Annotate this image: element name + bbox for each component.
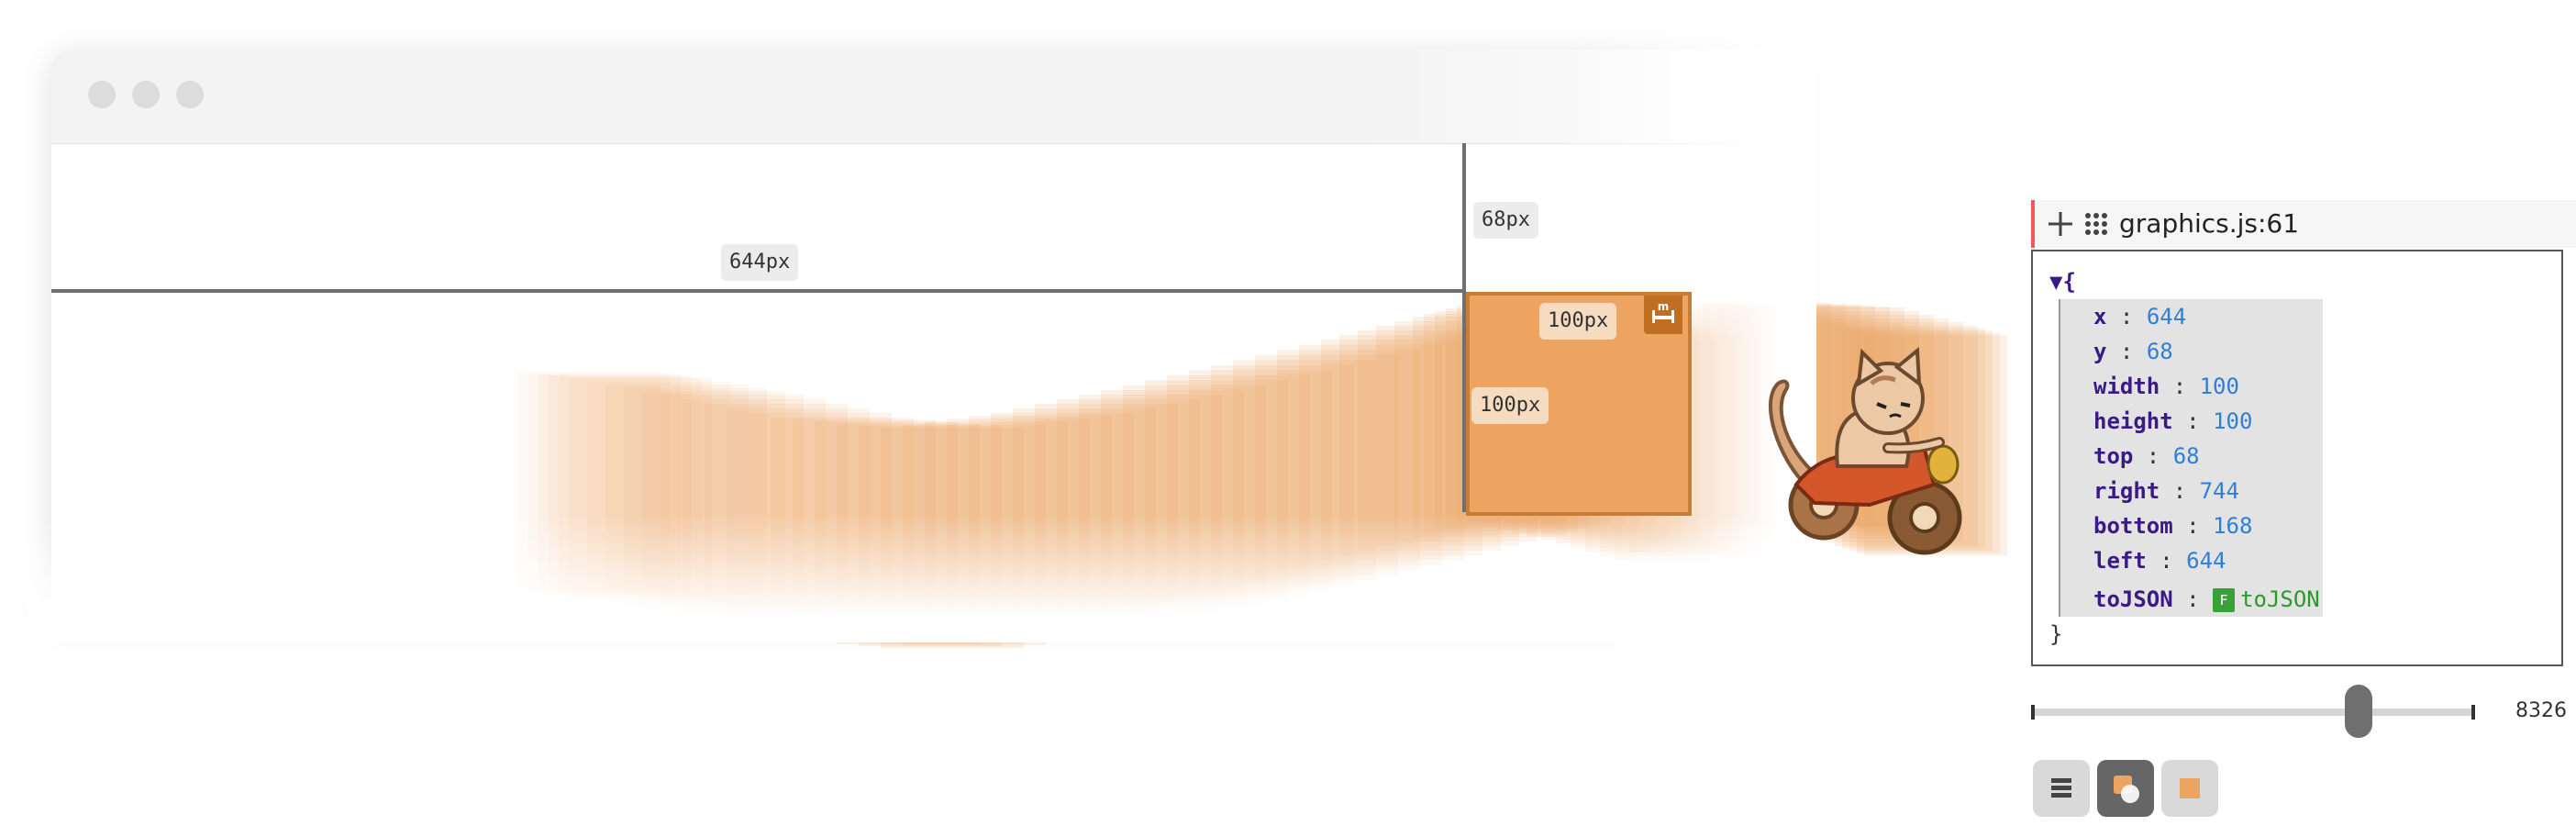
shapes-icon: [2114, 776, 2139, 803]
property-value: 68: [2146, 339, 2173, 364]
width-label: 100px: [1539, 303, 1617, 340]
left-offset-guide: [51, 289, 1464, 293]
property-key: toJSON: [2093, 586, 2173, 612]
property-separator: :: [2146, 548, 2187, 574]
property-value: 644: [2186, 548, 2226, 574]
window-bottom-fade: [28, 514, 1826, 642]
top-offset-label: 68px: [1473, 202, 1538, 239]
property-key: width: [2093, 374, 2160, 399]
property-row-bottom[interactable]: bottom : 168: [2093, 508, 2252, 543]
slider-start-tick: [2031, 705, 2035, 720]
property-row-top[interactable]: top : 68: [2093, 439, 2200, 474]
square-icon: [2180, 778, 2200, 798]
property-key: right: [2093, 478, 2160, 504]
cat-motorcycle-image: [1769, 347, 1962, 555]
console-entry-header: [2031, 200, 2576, 248]
left-offset-label: 644px: [721, 244, 799, 281]
property-row-height[interactable]: height : 100: [2093, 404, 2252, 439]
property-separator: :: [2160, 374, 2200, 399]
source-location-link[interactable]: graphics.js:61: [2119, 207, 2299, 240]
property-row-left[interactable]: left : 644: [2093, 543, 2226, 578]
list-view-icon: [2051, 778, 2071, 798]
property-value: 100: [2213, 408, 2253, 434]
property-row-width[interactable]: width : 100: [2093, 369, 2239, 404]
property-separator: :: [2172, 408, 2214, 434]
timeline-value: 8326: [2515, 699, 2567, 722]
drag-grip-icon[interactable]: [2082, 209, 2110, 239]
property-key: y: [2093, 339, 2107, 364]
object-open-brace[interactable]: ▼{: [2049, 264, 2076, 299]
function-value[interactable]: toJSON: [2240, 586, 2320, 612]
property-value: 644: [2146, 304, 2187, 329]
property-separator: :: [2160, 478, 2200, 504]
property-key: x: [2093, 304, 2107, 329]
property-row-x[interactable]: x : 644: [2093, 299, 2186, 334]
property-separator: :: [2106, 304, 2147, 329]
property-key: height: [2093, 408, 2173, 434]
height-label: 100px: [1471, 387, 1549, 424]
property-key: top: [2093, 443, 2134, 469]
function-badge: F: [2213, 588, 2236, 612]
ruler-icon[interactable]: m: [1644, 296, 1682, 334]
slider-end-tick: [2471, 705, 2475, 720]
property-row-tojson[interactable]: toJSON : FtoJSON: [2093, 582, 2320, 617]
square-button[interactable]: [2161, 760, 2218, 817]
property-key: bottom: [2093, 513, 2173, 539]
svg-text:m: m: [1658, 300, 1670, 313]
property-row-y[interactable]: y : 68: [2093, 334, 2173, 369]
move-icon[interactable]: [2046, 209, 2075, 239]
property-row-right[interactable]: right : 744: [2093, 474, 2239, 508]
property-value: 68: [2172, 443, 2200, 469]
property-key: left: [2093, 548, 2147, 574]
timeline-slider-track[interactable]: [2031, 709, 2473, 716]
timeline-slider-thumb[interactable]: [2344, 685, 2372, 738]
list-view-button[interactable]: [2033, 760, 2090, 817]
object-close-brace: }: [2049, 621, 2063, 647]
property-value: 744: [2199, 478, 2239, 504]
property-separator: :: [2133, 443, 2173, 469]
property-separator: :: [2172, 513, 2214, 539]
property-value: 100: [2199, 374, 2239, 399]
property-separator: :: [2106, 339, 2147, 364]
shapes-button[interactable]: [2097, 760, 2154, 817]
property-value: 168: [2213, 513, 2253, 539]
